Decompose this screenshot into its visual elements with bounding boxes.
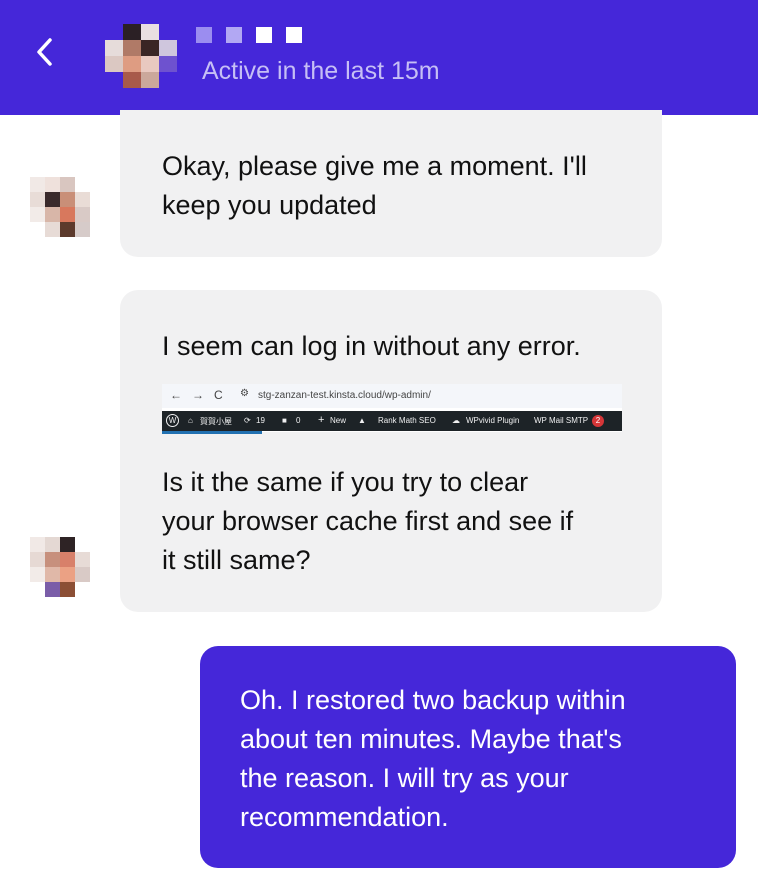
comments-count: 0	[296, 416, 301, 425]
back-button[interactable]	[28, 32, 64, 72]
url-text: stg-zanzan-test.kinsta.cloud/wp-admin/	[258, 390, 431, 401]
message-line: about ten minutes. Maybe that's	[240, 724, 622, 754]
message-line: it still same?	[162, 545, 311, 575]
agent-avatar-small	[30, 177, 90, 237]
updates-icon: ⟳	[244, 416, 251, 425]
cloud-icon: ☁	[452, 416, 460, 425]
message-line: Oh. I restored two backup within	[240, 685, 626, 715]
site-settings-icon: ⚙	[240, 388, 249, 399]
message-line: Okay, please give me a moment. I'll	[162, 151, 587, 181]
message-line: recommendation.	[240, 802, 449, 832]
message-line: your browser cache first and see if	[162, 506, 574, 536]
home-icon: ⌂	[188, 416, 193, 425]
chat-header: Active in the last 15m	[0, 0, 758, 115]
chevron-left-icon	[37, 38, 52, 66]
wpmail-badge: 2	[592, 415, 604, 427]
updates-count: 19	[256, 416, 265, 425]
back-arrow-icon: ←	[170, 388, 182, 402]
message-line: keep you updated	[162, 190, 377, 220]
comments-icon: ■	[282, 416, 287, 425]
message-line: Is it the same if you try to clear	[162, 467, 529, 497]
browser-url-bar: ← → C ⚙ stg-zanzan-test.kinsta.cloud/wp-…	[162, 384, 622, 408]
plus-icon: +	[318, 414, 325, 426]
new-label: New	[330, 416, 347, 425]
site-name: 賀賀小屋	[200, 417, 232, 426]
wp-admin-bar: W ⌂ 賀賀小屋 ⟳ 19 ■ 0 + New ▲ Rank Math SEO …	[162, 411, 622, 434]
agent-status: Active in the last 15m	[202, 57, 440, 85]
reload-icon: C	[214, 388, 223, 402]
rank-math-label: Rank Math SEO	[378, 416, 436, 425]
agent-avatar[interactable]	[105, 24, 177, 88]
active-underline	[162, 431, 262, 434]
screenshot-attachment[interactable]: ← → C ⚙ stg-zanzan-test.kinsta.cloud/wp-…	[162, 384, 622, 434]
agent-avatar-small	[30, 537, 90, 597]
agent-name-redacted	[196, 27, 302, 43]
message-line: I seem can log in without any error.	[162, 331, 581, 361]
rank-math-icon: ▲	[358, 416, 366, 425]
wpmail-label: WP Mail SMTP	[534, 416, 589, 425]
wpvivid-label: WPvivid Plugin	[466, 416, 520, 425]
forward-arrow-icon: →	[192, 388, 204, 402]
message-line: the reason. I will try as your	[240, 763, 569, 793]
wordpress-icon: W	[166, 414, 179, 427]
